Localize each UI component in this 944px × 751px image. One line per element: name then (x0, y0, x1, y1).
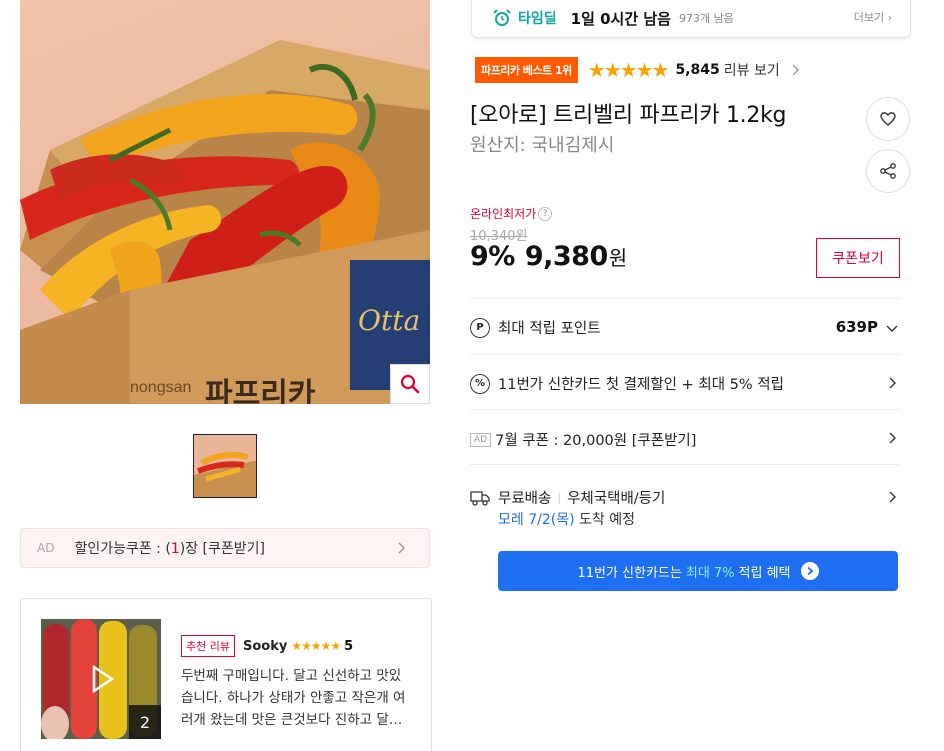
divider: | (557, 491, 562, 504)
shipping-row[interactable]: 무료배송 | 우체국택배/등기 모레 7/2(목) 도착 예정 (470, 464, 900, 544)
arrival-suffix: 도착 예정 (579, 512, 635, 528)
card-benefit-highlight: 최대 7% (685, 565, 735, 581)
zoom-button[interactable] (390, 364, 430, 404)
shipping-method: 우체국택배/등기 (567, 491, 666, 507)
review-link[interactable]: 리뷰 보기 (724, 60, 780, 80)
ad-label: AD (37, 541, 55, 555)
chevron-right-icon (792, 64, 799, 76)
final-price: 9,380 (524, 241, 608, 272)
thumbnail-paprika (194, 435, 256, 497)
discount-rate: 9% (470, 241, 515, 272)
ad-badge: AD (470, 432, 492, 447)
recommended-review-card[interactable]: 2 추천 리뷰 Sooky ★★★★★ 5 두번째 구매입니다. 달고 신선하고… (20, 598, 432, 751)
chevron-right-icon (398, 542, 405, 554)
points-label: 최대 적립 포인트 (498, 321, 601, 337)
points-row[interactable]: P 최대 적립 포인트 639P (470, 298, 900, 354)
svg-text:Otta: Otta (358, 304, 420, 337)
timedeal-remaining: 1일 0시간 남음 (570, 9, 671, 28)
card-benefit-prefix: 11번가 신한카드는 (577, 565, 682, 581)
card-discount-text: 11번가 신한카드 첫 결제할인 + 최대 5% 적립 (498, 377, 784, 393)
play-icon[interactable] (91, 665, 115, 693)
review-stars: ★★★★★ (291, 639, 341, 653)
review-meta: 추천 리뷰 Sooky ★★★★★ 5 (181, 635, 353, 657)
coupon-available-text: 할인가능쿠폰 : (1)장 [쿠폰받기] (74, 541, 265, 557)
alarm-clock-icon (493, 9, 511, 26)
card-benefit-suffix: 적립 혜택 (738, 565, 791, 581)
chevron-right-icon (889, 491, 896, 503)
reviewer-name: Sooky (242, 638, 288, 654)
svg-text:파프리카: 파프리카 (205, 378, 316, 404)
card-discount-row[interactable]: % 11번가 신한카드 첫 결제할인 + 최대 5% 적립 (470, 354, 900, 410)
timedeal-label: 타임딜 (518, 11, 557, 27)
rating-row: 파프리카 베스트 1위 ★★★★★ 5,845 리뷰 보기 (475, 57, 802, 83)
coupon-view-button[interactable]: 쿠폰보기 (816, 238, 900, 278)
paprika-box-illustration: Otta nongsan 파프리카 (20, 40, 430, 404)
free-shipping-label: 무료배송 (498, 491, 552, 507)
review-text: 두번째 구매입니다. 달고 신선하고 맛있습니다. 하나가 상태가 안좋고 작은… (181, 668, 406, 728)
currency-unit: 원 (608, 246, 628, 270)
help-icon[interactable]: ? (538, 206, 553, 221)
point-icon: P (470, 317, 490, 338)
timedeal-more-link[interactable]: 더보기 › (854, 9, 892, 25)
review-image[interactable]: 2 (41, 619, 161, 739)
card-benefit-button[interactable]: 11번가 신한카드는 최대 7% 적립 혜택 (498, 551, 898, 591)
chevron-right-icon (889, 377, 896, 389)
price-row: 9% 9,380 원 (470, 241, 627, 272)
review-score: 5 (344, 638, 354, 654)
arrow-circle-icon (800, 562, 819, 580)
timedeal-stock: 973개 남음 (678, 12, 734, 25)
wishlist-button[interactable] (866, 97, 910, 141)
best-rank-badge[interactable]: 파프리카 베스트 1위 (475, 57, 578, 83)
percent-icon: % (470, 373, 490, 394)
heart-icon (880, 112, 896, 126)
review-count[interactable]: 5,845 (675, 62, 719, 78)
july-coupon-row[interactable]: AD 7월 쿠폰 : 20,000원 [쿠폰받기] (470, 409, 900, 465)
share-icon (880, 163, 896, 179)
july-coupon-text: 7월 쿠폰 : 20,000원 [쿠폰받기] (495, 433, 697, 449)
truck-icon (470, 490, 490, 506)
timedeal-banner[interactable]: 타임딜 1일 0시간 남음 973개 남음 더보기 › (471, 0, 911, 38)
discount-coupon-banner[interactable]: AD 할인가능쿠폰 : (1)장 [쿠폰받기] (20, 528, 430, 568)
rating-stars: ★★★★★ (587, 58, 670, 82)
thumbnail-image[interactable] (193, 434, 257, 498)
product-main-image[interactable]: Otta nongsan 파프리카 (20, 0, 430, 404)
lowest-price-label: 온라인최저가? (470, 205, 553, 222)
product-origin: 원산지: 국내김제시 (470, 135, 615, 156)
recommended-review-badge: 추천 리뷰 (181, 635, 235, 657)
chevron-right-icon (889, 432, 896, 444)
svg-text:nongsan: nongsan (130, 379, 191, 396)
share-button[interactable] (866, 149, 910, 193)
chevron-down-icon (886, 325, 898, 332)
product-title: [오아로] 트리벨리 파프리카 1.2kg (470, 103, 787, 128)
image-count-badge: 2 (129, 705, 161, 739)
points-value: 639P (835, 318, 878, 336)
arrival-estimate: 모레 7/2(목) 도착 예정 (498, 509, 635, 529)
arrival-date: 모레 7/2(목) (498, 512, 575, 528)
search-icon (400, 374, 420, 394)
